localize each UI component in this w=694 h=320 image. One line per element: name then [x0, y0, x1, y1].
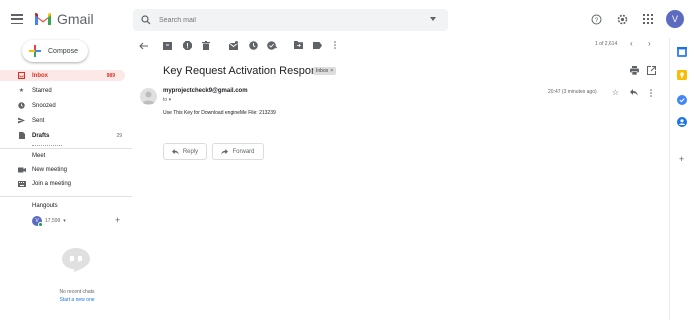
search-input[interactable]: [159, 16, 419, 24]
older-chevron-right-icon[interactable]: ›: [648, 39, 651, 48]
search-bar[interactable]: [133, 9, 448, 31]
open-new-window-icon[interactable]: [647, 66, 656, 75]
star-outline-icon[interactable]: ☆: [611, 88, 620, 97]
forward-label: Forward: [232, 148, 255, 155]
unread-count: 989: [106, 72, 115, 79]
hangouts-avatar: V: [32, 216, 43, 227]
move-to-folder-icon[interactable]: [293, 40, 303, 50]
keyboard-icon: [18, 181, 26, 187]
label-tag-icon[interactable]: [312, 40, 322, 50]
gmail-m-icon: [35, 12, 51, 25]
gmail-logo[interactable]: Gmail: [34, 11, 94, 27]
remove-label-icon[interactable]: ×: [330, 68, 333, 74]
calendar-icon[interactable]: [677, 44, 687, 57]
hangouts-section-title: Hangouts: [32, 203, 58, 209]
contacts-icon[interactable]: [677, 114, 687, 127]
drafts-count: 29: [116, 132, 122, 139]
tasks-icon[interactable]: [677, 92, 687, 105]
sidebar: Compose Inbox 989 ★ Starred Snoozed Sent…: [0, 38, 132, 320]
forward-icon: [221, 148, 229, 155]
keep-notes-icon[interactable]: [677, 67, 687, 80]
sidebar-item-inbox[interactable]: Inbox 989: [0, 70, 125, 81]
sidebar-item-starred[interactable]: ★ Starred: [0, 85, 132, 96]
add-chat-plus-icon[interactable]: +: [115, 215, 120, 225]
sidebar-item-label: Starred: [32, 87, 52, 94]
meet-section-title: Meet: [32, 153, 46, 159]
inbox-label-badge: Inbox ×: [313, 67, 337, 75]
chat-bubble-icon: [62, 248, 90, 272]
inbox-icon: [18, 72, 25, 79]
new-meeting-link[interactable]: New meeting: [18, 167, 68, 173]
reply-button[interactable]: Reply: [163, 143, 207, 160]
search-icon[interactable]: [141, 15, 151, 25]
archive-icon[interactable]: [162, 40, 172, 50]
compose-plus-icon: [29, 45, 41, 57]
mark-unread-icon[interactable]: [228, 40, 238, 50]
help-icon[interactable]: ?: [586, 9, 606, 29]
label-badge-text: Inbox: [316, 68, 329, 74]
delete-trash-icon[interactable]: [201, 40, 211, 50]
sender-email[interactable]: myprojectcheck9@gmail.com: [163, 88, 248, 94]
reply-arrow-icon[interactable]: [629, 88, 638, 97]
clock-icon: [18, 102, 25, 109]
sidebar-item-sent[interactable]: Sent: [0, 115, 132, 126]
app-name: Gmail: [57, 11, 94, 27]
more-options-icon[interactable]: [330, 40, 340, 50]
new-meeting-label: New meeting: [32, 167, 68, 173]
sidebar-item-snoozed[interactable]: Snoozed: [0, 100, 132, 111]
sidebar-item-label: Sent: [32, 117, 45, 124]
report-spam-icon[interactable]: [182, 40, 192, 50]
reply-icon: [171, 148, 179, 155]
sender-avatar: [140, 88, 157, 105]
settings-gear-icon[interactable]: [612, 9, 632, 29]
sidebar-item-label: Snoozed: [32, 102, 56, 109]
forward-button[interactable]: Forward: [212, 143, 264, 160]
folder-list: Inbox 989 ★ Starred Snoozed Sent Drafts …: [0, 70, 132, 149]
draft-file-icon: [18, 132, 25, 139]
hangouts-user[interactable]: V 17,599 ▾: [32, 216, 66, 227]
account-avatar[interactable]: V: [666, 10, 684, 28]
message-more-icon[interactable]: [646, 88, 655, 97]
compose-button[interactable]: Compose: [22, 40, 88, 62]
side-panel: +: [669, 38, 694, 320]
sidebar-divider: [0, 196, 132, 197]
hangouts-dropdown-icon[interactable]: ▾: [63, 218, 66, 224]
pagination-text: 1 of 2,614: [595, 41, 618, 47]
sidebar-item-label: Inbox: [32, 72, 48, 79]
search-options-icon[interactable]: [430, 17, 436, 21]
email-subject: Key Request Activation Response: [163, 65, 329, 77]
no-recent-chats-text: No recent chats: [59, 289, 95, 295]
send-icon: [18, 117, 25, 124]
recipient-line[interactable]: to ▾: [163, 97, 171, 103]
join-meeting-link[interactable]: Join a meeting: [18, 181, 72, 187]
message-body: Use This Key for Download engineMe File:…: [163, 110, 276, 116]
print-icon[interactable]: [630, 66, 639, 75]
sidebar-item-label: Drafts: [32, 132, 50, 139]
hangouts-user-name: 17,599: [45, 218, 61, 224]
sidebar-divider: [0, 148, 132, 149]
recipient-text: to: [163, 97, 168, 103]
newer-chevron-left-icon[interactable]: ‹: [630, 39, 633, 48]
add-to-tasks-icon[interactable]: [267, 40, 277, 50]
compose-label: Compose: [48, 47, 78, 55]
apps-grid-icon[interactable]: [638, 9, 658, 29]
video-camera-icon: [18, 167, 26, 173]
snooze-clock-icon[interactable]: [248, 40, 258, 50]
start-new-chat-link[interactable]: Start a new one: [42, 297, 112, 303]
back-arrow-icon[interactable]: [138, 41, 148, 51]
get-addons-plus-icon[interactable]: +: [679, 154, 684, 164]
star-icon: ★: [18, 88, 25, 94]
recipient-details-icon[interactable]: ▾: [169, 97, 172, 103]
hamburger-menu-icon[interactable]: [11, 14, 23, 24]
top-bar: Gmail ? V: [0, 0, 694, 38]
top-right-icons: ? V: [580, 9, 684, 29]
sidebar-item-drafts[interactable]: Drafts 29: [0, 130, 132, 141]
gmail-app: Gmail ? V: [0, 0, 694, 320]
message-time: 20:47 (3 minutes ago): [548, 89, 597, 95]
join-meeting-label: Join a meeting: [32, 181, 72, 187]
reply-label: Reply: [182, 148, 199, 155]
svg-text:?: ?: [594, 18, 598, 24]
